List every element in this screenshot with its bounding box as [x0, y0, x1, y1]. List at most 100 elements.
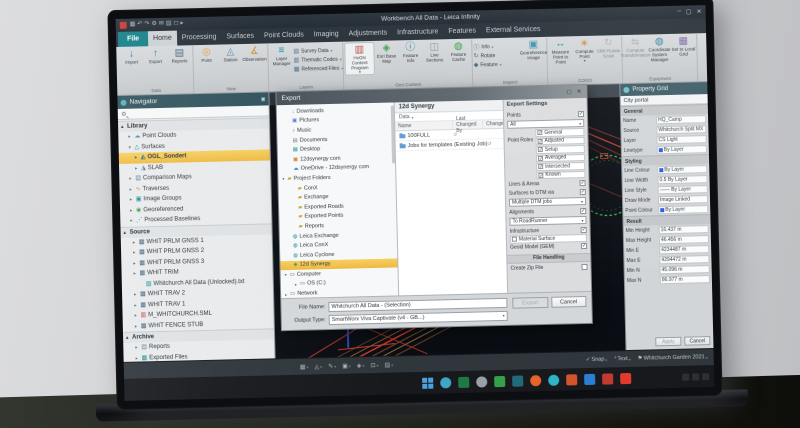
ribbon-button-export[interactable]: ↑ Export	[143, 47, 167, 65]
ribbon-small-button[interactable]: ◆Feature▾	[474, 59, 522, 69]
taskbar-icon-settings[interactable]	[476, 376, 487, 387]
snap-tool-icon[interactable]: ▦	[300, 363, 309, 370]
property-value[interactable]: 4234487 m	[659, 245, 709, 254]
ribbon-tab[interactable]: Surfaces	[221, 29, 259, 45]
ribbon-button-set-to-local-grid[interactable]: ▦ Set to Local Grid	[671, 34, 696, 57]
text-toggle[interactable]: ° Text ▾	[614, 356, 630, 362]
property-value[interactable]: 86.977 m	[660, 275, 710, 284]
cancel-button[interactable]: Cancel	[551, 296, 587, 308]
ribbon-tab[interactable]: Infrastructure	[392, 24, 444, 40]
point-role-item[interactable]: ✓ Averaged	[536, 153, 585, 162]
output-type-dropdown[interactable]: SmartWorx Viva Captivate (v4 - GB...)	[329, 310, 508, 324]
property-value[interactable]: 46.456 m	[659, 235, 709, 244]
ribbon-button-esri-base-map[interactable]: ◈ Esri Base Map	[374, 41, 399, 64]
taskbar-icon-cyan-app[interactable]	[548, 374, 559, 385]
property-row[interactable]: Max N 86.977 m	[625, 274, 712, 286]
snap-toggle[interactable]: ✓ Snap ▾	[586, 357, 608, 364]
zip-checkbox[interactable]	[581, 264, 587, 270]
quick-access-icon[interactable]: ▦	[130, 22, 136, 29]
ribbon-button-measure-point-to-point[interactable]: ↔ Measure Point to Point	[548, 37, 573, 65]
ribbon-button-point[interactable]: ◎ Point	[194, 46, 218, 64]
ribbon-button-import[interactable]: ↓ Import	[119, 47, 143, 65]
ribbon-button-coordinate-system-manager[interactable]: ◍ Coordinate System Manager	[647, 35, 672, 63]
close-icon[interactable]: ✕	[577, 89, 582, 95]
file-row[interactable]: Jobs for templates (Existing Job) ↺	[396, 139, 504, 152]
quick-access-icon[interactable]: ↷	[144, 21, 149, 28]
ribbon-button-observation[interactable]: ∡ Observation	[242, 44, 266, 62]
cancel-button[interactable]: Cancel	[684, 336, 710, 346]
ribbon-tab[interactable]: Home	[148, 31, 177, 47]
system-tray[interactable]	[682, 373, 709, 381]
snap-tool-icon[interactable]: ✎	[328, 362, 336, 369]
maximize-icon[interactable]: ▢	[567, 89, 572, 95]
taskbar-icon-blue-app[interactable]	[584, 373, 595, 384]
ribbon-stack-layer-filters[interactable]: ▤Survey Data▾ ▥Thematic Codes▾ ▦Referenc…	[293, 43, 342, 74]
apply-button[interactable]: Apply	[655, 337, 681, 347]
role-checkbox[interactable]: ✓	[538, 147, 543, 152]
ribbon-button-live-sections[interactable]: ◫ Live Sections	[422, 40, 447, 63]
ribbon-small-button[interactable]: ▦Referenced Files▾	[294, 64, 342, 74]
ribbon-tab[interactable]: Processing	[177, 30, 222, 46]
taskbar-icon-acrobat[interactable]	[602, 373, 613, 384]
ribbon-stack-inspect[interactable]: ⓘInfo▸ ↻Rotate ◆Feature▾	[473, 38, 522, 69]
property-value[interactable]: Image Linked	[658, 195, 708, 204]
ribbon-tab[interactable]: Point Clouds	[259, 27, 309, 43]
property-value[interactable]: 0.5 By Layer	[657, 175, 707, 184]
taskbar-icon-excel[interactable]	[458, 376, 469, 387]
ribbon-button-hxgn-content-program[interactable]: ▥ HxGN Content Program ▾	[344, 42, 375, 76]
taskbar-icon-orange-app[interactable]	[566, 374, 577, 385]
property-value[interactable]: By Layer	[657, 145, 707, 154]
point-role-item[interactable]: ✓ Setup	[536, 145, 585, 154]
taskbar-icon-pdf-app[interactable]	[620, 372, 631, 383]
role-checkbox[interactable]: ✓	[538, 156, 543, 161]
ribbon-tab[interactable]: Features	[443, 23, 481, 39]
property-value[interactable]: HQ_Camp	[656, 115, 706, 124]
quick-access-icon[interactable]: ⚙	[151, 21, 157, 28]
column-name[interactable]: Name	[395, 121, 453, 130]
ribbon-tab[interactable]: External Services	[481, 22, 546, 39]
snap-tool-icon[interactable]: ▣	[342, 362, 351, 369]
property-value[interactable]: —— By Layer	[658, 185, 708, 194]
point-role-item[interactable]: ✓ Intersected	[536, 162, 585, 171]
minimize-icon[interactable]: –	[677, 9, 681, 16]
geoid-checkbox[interactable]: ✓	[581, 243, 587, 249]
export-button[interactable]: Export	[512, 297, 548, 309]
point-role-item[interactable]: ✓ Known	[536, 170, 585, 179]
surfaces-checkbox[interactable]: ✓	[580, 188, 586, 194]
taskbar-icon-green-app[interactable]	[494, 375, 505, 386]
ribbon-tab[interactable]: Imaging	[309, 27, 344, 43]
point-role-item[interactable]: ✓ General	[535, 128, 584, 137]
column-last-changed-by[interactable]: Last Changed By	[453, 120, 483, 129]
ribbon-button-compute-transformation[interactable]: ⇆ Compute Transformation	[623, 35, 648, 58]
quick-access-icon[interactable]: ↶	[137, 21, 142, 28]
snap-tool-icon[interactable]: ◈	[357, 362, 365, 369]
role-checkbox[interactable]: ✓	[537, 130, 542, 135]
property-value[interactable]: 16.437 m	[659, 225, 709, 234]
ribbon-button-layer-manager[interactable]: ≡ Layer Manager	[269, 44, 294, 67]
taskbar-icon-edge[interactable]	[440, 377, 451, 388]
points-checkbox[interactable]: ✓	[578, 110, 584, 116]
ribbon-button-feature-info[interactable]: ⓘ Feature Info	[398, 41, 423, 64]
role-checkbox[interactable]: ✓	[538, 139, 543, 144]
property-value[interactable]: 45.096 m	[660, 265, 710, 274]
ribbon-button-compute-point[interactable]: ∗ Compute Point ▾	[572, 37, 597, 64]
ribbon-button-reports[interactable]: ▤ Reports	[167, 46, 191, 64]
lines-areas-checkbox[interactable]: ✓	[579, 179, 585, 185]
snap-tool-icon[interactable]: ⊡	[370, 361, 378, 368]
ribbon-button-georeference-image[interactable]: ▣ Georeference Image	[521, 38, 546, 61]
maximize-icon[interactable]: ▢	[686, 8, 692, 15]
taskbar-icon-firefox[interactable]	[530, 375, 541, 386]
property-value[interactable]: Whitchurch Split MX	[656, 125, 706, 134]
snap-tool-icon[interactable]: ◬	[314, 363, 322, 370]
coordinate-system-selector[interactable]: ⚑ Whitchurch Garden 2021 ▾	[638, 354, 708, 362]
property-value[interactable]: CS Light	[656, 135, 706, 144]
role-checkbox[interactable]: ✓	[538, 164, 543, 169]
ribbon-button-shift-rotate-scale[interactable]: ↻ Shift Rotate Scale	[596, 36, 621, 59]
close-icon[interactable]: ✕	[696, 8, 701, 15]
ribbon-tab[interactable]: Adjustments	[343, 25, 392, 41]
ribbon-button-feature-cache[interactable]: ◍ Feature Cache	[446, 40, 471, 63]
scrollbar[interactable]	[391, 105, 395, 163]
property-value[interactable]: By Layer	[657, 165, 707, 174]
pin-icon[interactable]: ▣	[261, 96, 266, 102]
point-role-item[interactable]: ✓ Adjusted	[535, 136, 584, 145]
